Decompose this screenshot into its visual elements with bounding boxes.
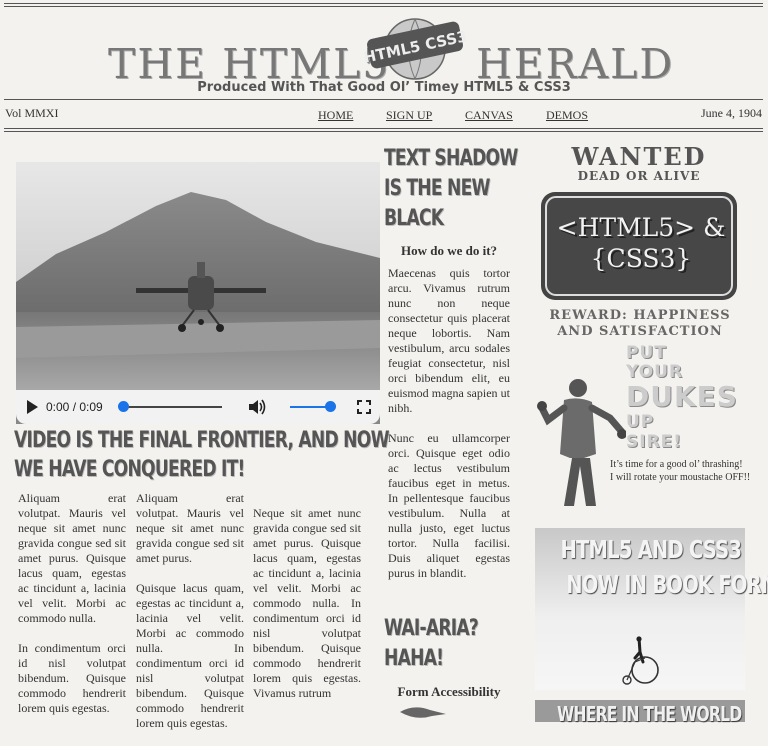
book-ad[interactable]: HTML5 AND CSS3 NOW IN BOOK FORM! [535, 528, 768, 690]
your-text: YOUR [626, 362, 684, 382]
nav-demos-link[interactable]: DEMOS [546, 108, 588, 123]
reward-line: AND SATISFACTION [557, 324, 723, 339]
video-article-col-1: Aliquam erat volutpat. Mauris vel neque … [18, 491, 126, 731]
where-ad[interactable]: WHERE IN THE WORLD [535, 700, 745, 726]
nav-rule [4, 128, 763, 129]
dead-or-alive: DEAD OR ALIVE [577, 169, 701, 183]
where-ad-title: WHERE IN THE WORLD [557, 702, 742, 726]
video-seek-bar[interactable] [120, 406, 222, 408]
paragraph: Aliquam erat volutpat. Mauris vel neque … [136, 491, 244, 565]
fullscreen-icon[interactable] [357, 400, 371, 414]
put-text: PUT [626, 343, 667, 363]
paragraph: Neque sit amet nunc gravida congue sed s… [253, 506, 361, 700]
video-controls: 0:00 / 0:09 [16, 390, 380, 424]
headline-line: TEXT SHADOW [384, 146, 518, 171]
issue-date: June 4, 1904 [701, 106, 762, 120]
video-player[interactable] [16, 162, 380, 424]
play-icon[interactable] [25, 399, 39, 415]
thrash-line: I will rotate your moustache OFF!! [610, 472, 751, 483]
video-time: 0:00 / 0:09 [46, 400, 103, 414]
paragraph: In condimentum orci id nisl volutpat bib… [18, 641, 126, 715]
headline-line: BLACK [384, 206, 444, 231]
volume-slider[interactable] [290, 406, 330, 408]
wanted-title: WANTED [571, 142, 707, 171]
video-article-headline: VIDEO IS THE FINAL FRONTIER, AND NOW WE … [14, 426, 389, 484]
penny-farthing-icon [622, 636, 659, 685]
html5-css3-badge: <HTML5> & {CSS3} [541, 192, 737, 300]
video-frame [16, 162, 380, 390]
bird-illustration [400, 707, 446, 718]
nav-rule [4, 131, 763, 132]
speaker-icon[interactable] [247, 398, 267, 416]
paragraph: Quisque lacus quam, egestas ac tincidunt… [136, 581, 244, 730]
top-rule [4, 3, 763, 4]
boxer-illustration [537, 379, 626, 506]
headline-line: WE HAVE CONQUERED IT! [14, 457, 245, 482]
nav-home-link[interactable]: HOME [318, 108, 353, 123]
wanted-ad: WANTED DEAD OR ALIVE [556, 142, 722, 184]
reward-text: REWARD: HAPPINESS AND SATISFACTION [534, 308, 746, 340]
video-article-col-3: Neque sit amet nunc gravida congue sed s… [253, 506, 361, 716]
headline-line: VIDEO IS THE FINAL FRONTIER, AND NOW [14, 428, 389, 453]
up-text: UP [626, 412, 655, 432]
badge-line: {CSS3} [590, 244, 692, 273]
text-shadow-body: Maecenas quis tortor arcu. Vivamus rutru… [388, 266, 510, 596]
headline-line: WAI-ARIA? [384, 616, 479, 641]
dukes-text: DUKES [626, 380, 738, 413]
headline-line: IS THE NEW [384, 176, 490, 201]
tagline: Produced With That Good Ol’ Timey HTML5 … [197, 80, 571, 95]
text-shadow-headline: TEXT SHADOW IS THE NEW BLACK [384, 144, 518, 234]
text-shadow-subhead: How do we do it? [400, 243, 498, 258]
masthead-rule [4, 99, 763, 100]
thrash-text: It’s time for a good ol’ thrashing! I wi… [610, 458, 760, 484]
thrash-line: It’s time for a good ol’ thrashing! [610, 459, 743, 470]
badge-text: <HTML5> & {CSS3} [547, 212, 735, 274]
nav-signup-link[interactable]: SIGN UP [386, 108, 432, 123]
book-title-line: HTML5 AND CSS3 [560, 535, 742, 564]
book-ad-title: HTML5 AND CSS3 NOW IN BOOK FORM! [535, 532, 768, 602]
paragraph: Nunc eu ullamcorper orci. Quisque eget o… [388, 431, 510, 580]
wai-aria-headline: WAI-ARIA? HAHA! [384, 614, 479, 674]
video-seek-thumb[interactable] [118, 401, 129, 412]
book-title-line: NOW IN BOOK FORM! [566, 570, 768, 599]
badge-frame: <HTML5> & {CSS3} [545, 196, 733, 296]
headline-line: HAHA! [384, 646, 444, 671]
html5-css3-logo: HTML5 CSS3 [364, 18, 466, 80]
paragraph: Aliquam erat volutpat. Mauris vel neque … [18, 491, 126, 625]
masthead: THE HTML5 HTML5 CSS3 HERALD Produced Wit… [0, 12, 768, 102]
paragraph: Maecenas quis tortor arcu. Vivamus rutru… [388, 266, 510, 415]
wai-aria-subhead: Form Accessibility [397, 684, 501, 699]
volume-label: Vol MMXI [5, 106, 59, 120]
reward-line: REWARD: HAPPINESS [549, 308, 731, 323]
volume-thumb[interactable] [325, 401, 336, 412]
sire-text: SIRE! [626, 432, 683, 452]
top-rule [4, 6, 763, 7]
nav-canvas-link[interactable]: CANVAS [465, 108, 513, 123]
video-article-col-2: Aliquam erat volutpat. Mauris vel neque … [136, 491, 244, 746]
badge-line: <HTML5> & [556, 213, 726, 242]
